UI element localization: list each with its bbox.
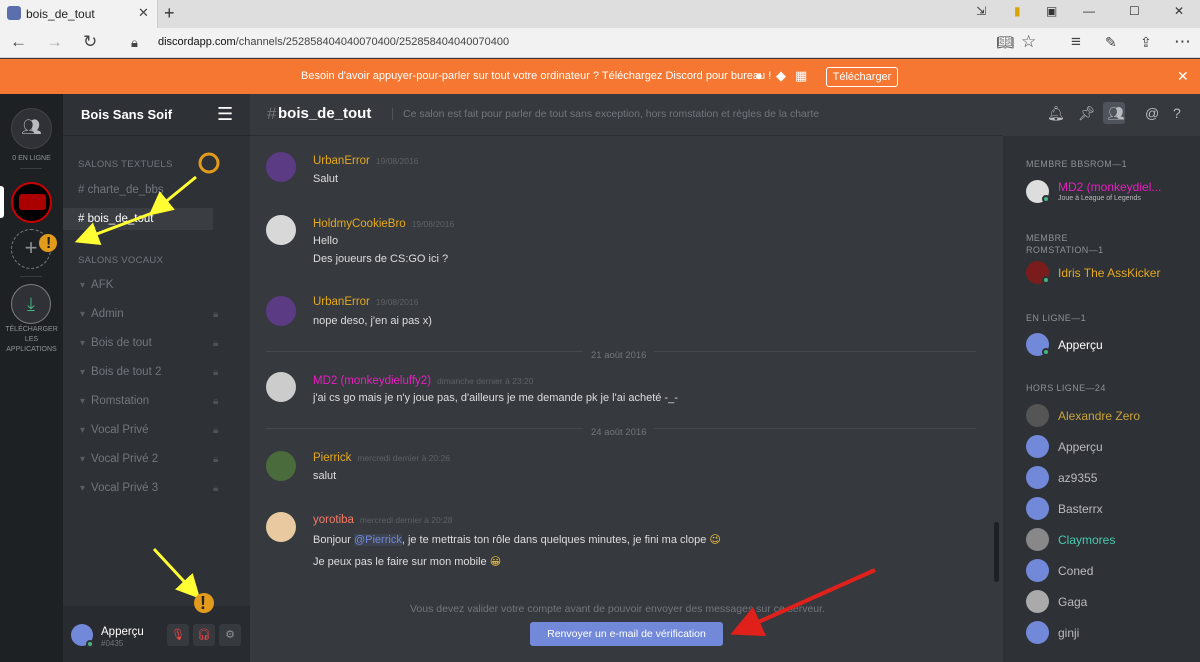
svg-text:!: ! — [46, 235, 51, 252]
highlight-circle — [198, 152, 220, 174]
annotation-overlay: ! ! — [39, 152, 876, 637]
red-arrow — [730, 568, 876, 637]
yellow-arrow — [152, 547, 201, 599]
svg-text:!: ! — [200, 593, 206, 613]
yellow-arrow — [74, 210, 156, 245]
yellow-arrow — [148, 175, 197, 216]
